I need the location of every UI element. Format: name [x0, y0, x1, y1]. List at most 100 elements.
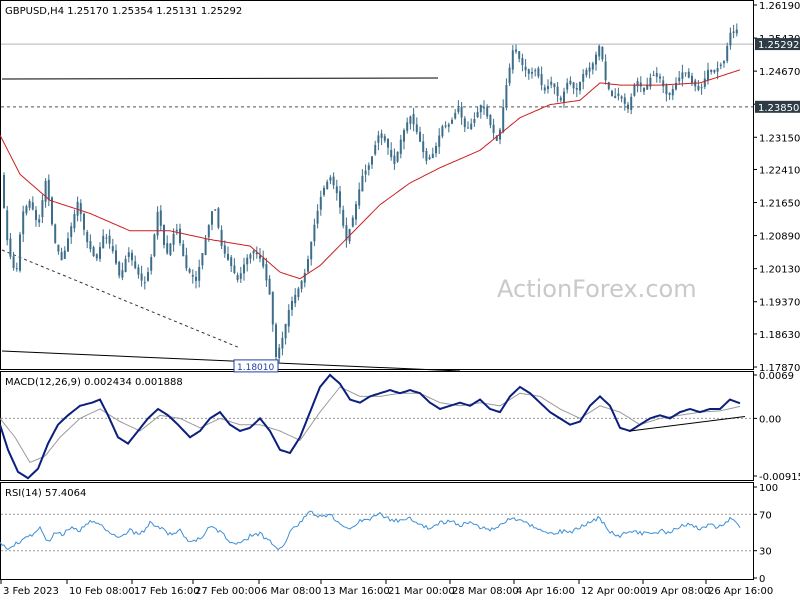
- candle-body: [515, 49, 517, 52]
- x-tick-label: 26 Apr 16:00: [708, 586, 773, 597]
- candle-body: [185, 255, 188, 269]
- candle-body: [687, 71, 690, 78]
- candle-body: [639, 82, 642, 87]
- candle-body: [284, 323, 287, 339]
- candle-body: [102, 235, 105, 249]
- candle-body: [527, 69, 530, 74]
- candle-body: [351, 217, 354, 227]
- candle-body: [134, 261, 137, 269]
- candle-body: [47, 179, 50, 200]
- candle-body: [537, 68, 540, 77]
- candle-body: [547, 86, 549, 90]
- candle-body: [22, 211, 25, 235]
- candle-body: [70, 226, 73, 237]
- candle-body: [559, 97, 562, 101]
- candle-body: [406, 122, 409, 131]
- candle-body: [438, 135, 441, 147]
- candle-body: [556, 86, 559, 96]
- macd-y-tick-label: 0.0069: [759, 371, 794, 382]
- x-tick-label: 12 Apr 00:00: [581, 586, 646, 597]
- candle-body: [236, 275, 239, 280]
- candle-body: [383, 136, 386, 141]
- candle-body: [131, 252, 133, 261]
- candle-body: [307, 259, 309, 272]
- candle-body: [627, 104, 629, 109]
- candle-body: [518, 51, 521, 59]
- candle-body: [595, 54, 597, 65]
- candle-body: [511, 50, 514, 70]
- candle-body: [163, 224, 165, 245]
- candle-body: [233, 265, 236, 274]
- candle-body: [543, 87, 546, 91]
- candle-body: [620, 96, 623, 99]
- candle-body: [143, 282, 146, 284]
- candle-body: [441, 126, 444, 137]
- candle-body: [572, 82, 575, 89]
- candle-body: [319, 196, 322, 210]
- price-y-tick-label: 1.26190: [759, 1, 800, 12]
- candle-body: [396, 151, 399, 162]
- candle-body: [249, 254, 252, 259]
- candle-body: [12, 256, 15, 269]
- candle-body: [422, 141, 425, 153]
- candle-body: [534, 70, 537, 72]
- candle-body: [377, 135, 380, 143]
- candle-body: [591, 63, 594, 70]
- candle-body: [137, 267, 140, 275]
- candle-body: [358, 189, 361, 206]
- x-tick-label: 10 Feb 08:00: [69, 586, 135, 597]
- candle-body: [479, 105, 482, 113]
- candle-body: [508, 67, 511, 84]
- candle-body: [588, 67, 591, 72]
- x-tick-label: 3 Feb 2023: [3, 586, 59, 597]
- candle-body: [550, 81, 553, 85]
- candle-body: [726, 46, 729, 61]
- candle-body: [575, 88, 578, 90]
- candle-body: [342, 209, 345, 226]
- candle-body: [124, 258, 127, 272]
- candle-body: [9, 238, 12, 257]
- x-tick-label: 17 Feb 16:00: [134, 586, 200, 597]
- candle-body: [598, 45, 601, 57]
- candle-body: [316, 210, 319, 224]
- candle-body: [220, 229, 223, 246]
- candle-body: [412, 113, 415, 125]
- candle-body: [585, 70, 588, 76]
- candle-body: [281, 337, 284, 349]
- candle-body: [73, 214, 76, 229]
- candle-body: [643, 87, 645, 92]
- candle-body: [175, 229, 178, 232]
- candle-body: [230, 257, 233, 267]
- candle-body: [86, 231, 89, 243]
- price-y-tick-label: 1.23150: [759, 133, 800, 144]
- candle-body: [691, 75, 693, 83]
- x-axis-layer: 3 Feb 2023 10 Feb 08:00 17 Feb 16:0027 Feb…: [0, 580, 773, 597]
- price-y-tick-label: 1.20890: [759, 232, 800, 243]
- candle-body: [313, 224, 316, 242]
- candle-body: [329, 177, 332, 181]
- candle-body: [191, 274, 194, 277]
- candle-body: [390, 149, 393, 158]
- candle-body: [719, 64, 722, 67]
- candle-body: [729, 32, 732, 46]
- candle-body: [703, 78, 706, 87]
- candle-body: [521, 58, 524, 66]
- candle-body: [278, 347, 281, 359]
- price-y-tick-label: 1.20130: [759, 265, 800, 276]
- candle-body: [732, 31, 735, 33]
- candle-body: [444, 125, 447, 127]
- candle-body: [374, 144, 377, 155]
- candle-body: [582, 73, 585, 82]
- candle-body: [364, 170, 367, 175]
- candle-body: [25, 206, 28, 214]
- candle-body: [169, 243, 172, 255]
- candle-body: [710, 69, 713, 72]
- candle-body: [467, 127, 469, 129]
- candle-body: [211, 211, 213, 225]
- candle-body: [668, 92, 671, 96]
- candle-body: [409, 116, 412, 124]
- chart-canvas: ActionForex.com 1.18010 1.261901.254301.…: [0, 0, 800, 597]
- candle-body: [553, 83, 556, 88]
- candle-body: [246, 257, 249, 265]
- candle-body: [204, 239, 207, 255]
